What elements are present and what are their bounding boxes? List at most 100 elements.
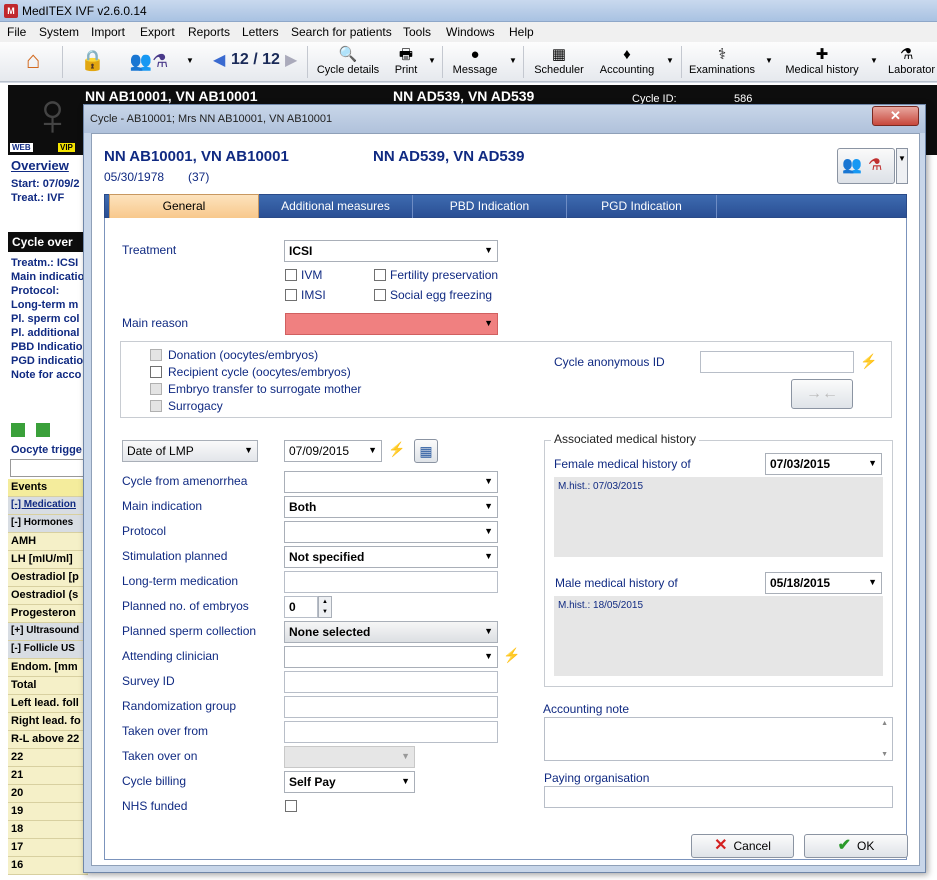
embryos-stepper[interactable]: ▲ ▼: [318, 596, 332, 618]
couple-actions-button[interactable]: 👥 ⚗: [837, 148, 895, 184]
menu-help[interactable]: Help: [509, 25, 534, 39]
cycle-anonymous-id-input[interactable]: [700, 351, 854, 373]
chevron-down-icon[interactable]: ▼: [322, 609, 328, 615]
lightning-icon[interactable]: ⚡: [503, 647, 520, 664]
stimulation-select[interactable]: Not specified ▼: [284, 546, 498, 568]
medical-history-dropdown-icon[interactable]: ▼: [870, 56, 878, 65]
lightning-icon[interactable]: ⚡: [860, 353, 877, 370]
menu-import[interactable]: Import: [91, 25, 125, 39]
print-dropdown-icon[interactable]: ▼: [428, 56, 436, 65]
tab-additional-measures[interactable]: Additional measures: [259, 195, 413, 218]
male-history-note: M.hist.: 18/05/2015: [554, 596, 883, 676]
medical-history-button[interactable]: ✚ Medical history: [785, 46, 859, 80]
bg-hormones-group[interactable]: [-] Hormones: [8, 515, 88, 533]
donation-checkbox[interactable]: [150, 349, 162, 361]
ok-button[interactable]: ✔ OK: [804, 834, 908, 858]
examinations-button[interactable]: ⚕ Examinations: [689, 46, 755, 80]
main-indication-label: Main indication: [122, 499, 203, 513]
menu-windows[interactable]: Windows: [446, 25, 495, 39]
menu-system[interactable]: System: [39, 25, 79, 39]
menu-letters[interactable]: Letters: [242, 25, 279, 39]
print-button[interactable]: 🖶 Print: [393, 46, 419, 80]
nhs-funded-checkbox[interactable]: [285, 800, 297, 812]
scroll-down-icon[interactable]: ▼: [881, 751, 888, 758]
scheduler-button[interactable]: ▦ Scheduler: [532, 46, 586, 80]
message-dropdown-icon[interactable]: ▼: [509, 56, 517, 65]
add-measure-icon[interactable]: [36, 423, 50, 437]
transfer-arrows-button[interactable]: →←: [791, 379, 853, 409]
longterm-label: Long-term medication: [122, 574, 239, 588]
menu-file[interactable]: File: [7, 25, 26, 39]
amenorrhea-select[interactable]: ▼: [284, 471, 498, 493]
calculator-button[interactable]: ▦: [414, 439, 438, 463]
clinician-select[interactable]: ▼: [284, 646, 498, 668]
lightning-icon[interactable]: ⚡: [388, 441, 405, 458]
donation-label: Donation (oocytes/embryos): [168, 348, 319, 362]
embryos-input[interactable]: 0: [284, 596, 318, 618]
menu-search-patients[interactable]: Search for patients: [291, 25, 392, 39]
accounting-dropdown-icon[interactable]: ▼: [666, 56, 674, 65]
tab-pbd-indication[interactable]: PBD Indication: [413, 195, 567, 218]
bg-follicle-group[interactable]: [-] Follicle US: [8, 641, 88, 659]
imsi-checkbox[interactable]: [285, 289, 297, 301]
menu-export[interactable]: Export: [140, 25, 175, 39]
tab-pgd-indication[interactable]: PGD Indication: [567, 195, 717, 218]
taken-over-on-select[interactable]: ▼: [284, 746, 415, 768]
next-record-icon[interactable]: ▶: [285, 50, 297, 70]
patient-couple-button[interactable]: 👥⚗: [122, 46, 176, 80]
menu-tools[interactable]: Tools: [403, 25, 431, 39]
previous-record-icon[interactable]: ◀: [213, 50, 225, 70]
female-symbol-icon: ♀: [30, 81, 75, 148]
home-button[interactable]: ⌂: [16, 46, 50, 80]
bg-ultrasound-group[interactable]: [+] Ultrasound: [8, 623, 88, 641]
accounting-note-textarea[interactable]: ▲ ▼: [544, 717, 893, 761]
patient-couple-dropdown-icon[interactable]: ▼: [186, 56, 194, 65]
dialog-close-button[interactable]: ✕: [872, 106, 919, 126]
cancel-button[interactable]: ✕ Cancel: [691, 834, 794, 858]
scroll-up-icon[interactable]: ▲: [881, 720, 888, 727]
female-history-date-select[interactable]: 07/03/2015 ▼: [765, 453, 882, 475]
cycle-details-button[interactable]: 🔍 Cycle details: [316, 46, 380, 80]
sperm-collection-select[interactable]: None selected ▼: [284, 621, 498, 643]
chevron-up-icon[interactable]: ▲: [322, 599, 328, 605]
bg-summary-line: Pl. sperm col: [11, 313, 80, 325]
social-egg-freezing-checkbox[interactable]: [374, 289, 386, 301]
couple-actions-dropdown-icon[interactable]: ▼: [896, 148, 908, 184]
lock-icon: 🔒: [80, 50, 105, 72]
cycle-billing-select[interactable]: Self Pay ▼: [284, 771, 415, 793]
main-indication-select[interactable]: Both ▼: [284, 496, 498, 518]
bg-input[interactable]: [10, 459, 86, 477]
fertility-preservation-checkbox[interactable]: [374, 269, 386, 281]
tab-general[interactable]: General: [109, 194, 259, 219]
laboratory-button[interactable]: ⚗ Laborator: [888, 46, 937, 80]
ivm-checkbox[interactable]: [285, 269, 297, 281]
menu-bar: File System Import Export Reports Letter…: [0, 22, 937, 42]
examinations-dropdown-icon[interactable]: ▼: [765, 56, 773, 65]
paying-organisation-input[interactable]: [544, 786, 893, 808]
main-reason-select[interactable]: ▼: [285, 313, 498, 335]
toolbar-separator: [681, 46, 682, 78]
lock-button[interactable]: 🔒: [77, 46, 105, 80]
dialog-content: NN AB10001, VN AB10001 NN AD539, VN AD53…: [91, 133, 920, 866]
message-button[interactable]: ● Message: [451, 46, 499, 80]
social-egg-freezing-label: Social egg freezing: [390, 288, 493, 302]
longterm-medication-input[interactable]: [284, 571, 498, 593]
protocol-select[interactable]: ▼: [284, 521, 498, 543]
recipient-cycle-checkbox[interactable]: [150, 366, 162, 378]
survey-id-input[interactable]: [284, 671, 498, 693]
treatment-select[interactable]: ICSI ▼: [284, 240, 498, 262]
male-history-date-select[interactable]: 05/18/2015 ▼: [765, 572, 882, 594]
imsi-label: IMSI: [301, 288, 326, 302]
printer-icon: 🖶: [398, 46, 414, 63]
chevron-down-icon: ▼: [484, 245, 493, 255]
menu-reports[interactable]: Reports: [188, 25, 230, 39]
add-medication-icon[interactable]: [11, 423, 25, 437]
surrogacy-checkbox[interactable]: [150, 400, 162, 412]
surrogate-transfer-checkbox[interactable]: [150, 383, 162, 395]
date-of-lmp-input[interactable]: 07/09/2015 ▼: [284, 440, 382, 462]
taken-over-from-input[interactable]: [284, 721, 498, 743]
bg-medication-group[interactable]: [-] Medication: [8, 497, 88, 515]
randomization-input[interactable]: [284, 696, 498, 718]
accounting-button[interactable]: ♦ Accounting: [597, 46, 657, 80]
date-type-select[interactable]: Date of LMP ▼: [122, 440, 258, 462]
